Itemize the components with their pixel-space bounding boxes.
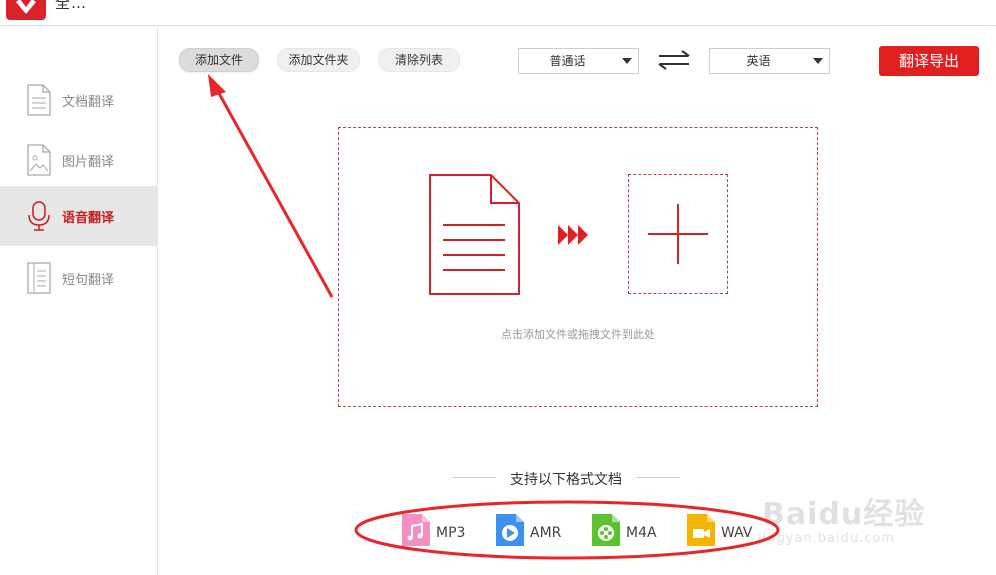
- document-icon: [429, 174, 520, 295]
- sidebar-item-label: 文档翻译: [62, 95, 115, 110]
- drop-hint-text: 点击添加文件或拖拽文件到此处: [501, 328, 655, 341]
- chevron-down-icon: [622, 58, 632, 64]
- source-language-value: 普通话: [549, 54, 586, 68]
- supported-formats-heading: 支持以下格式文档: [452, 469, 680, 488]
- target-language-select[interactable]: 英语: [709, 48, 830, 74]
- film-reel-file-icon: [592, 514, 620, 546]
- app-title: 全…: [55, 0, 88, 12]
- text-lines-icon: [26, 262, 52, 294]
- add-placeholder: [628, 174, 728, 294]
- swap-languages-icon[interactable]: [658, 50, 690, 70]
- watermark-url: jingyan.baidu.com: [758, 531, 895, 546]
- file-drop-zone[interactable]: 点击添加文件或拖拽文件到此处: [338, 127, 818, 407]
- target-language-value: 英语: [746, 54, 771, 68]
- translate-export-button[interactable]: 翻译导出: [879, 46, 979, 76]
- title-bar: 全…: [0, 0, 996, 26]
- chevron-down-icon: [813, 58, 823, 64]
- format-name: MP3: [436, 525, 466, 541]
- source-language-select[interactable]: 普通话: [518, 48, 639, 74]
- triple-arrow-icon: [558, 225, 588, 245]
- add-file-button[interactable]: 添加文件: [179, 48, 259, 72]
- baidu-watermark: Baidu经验 jingyan.baidu.com: [740, 487, 980, 557]
- app-logo: [6, 0, 46, 20]
- clear-list-button[interactable]: 清除列表: [378, 48, 460, 72]
- add-folder-button[interactable]: 添加文件夹: [277, 48, 360, 72]
- document-icon: [26, 84, 52, 116]
- annotation-arrow-head: [208, 74, 226, 97]
- play-file-icon: [496, 514, 524, 546]
- divider: [636, 477, 680, 478]
- microphone-icon: [26, 200, 52, 232]
- sidebar: 文档翻译 图片翻译 语音翻译 短句翻译: [0, 26, 158, 575]
- video-file-icon: [687, 514, 715, 546]
- image-icon: [26, 144, 52, 176]
- sidebar-item-label: 短句翻译: [62, 273, 115, 288]
- format-name: AMR: [530, 525, 562, 541]
- sidebar-item-sentence-translation[interactable]: 短句翻译: [0, 248, 157, 308]
- sidebar-item-label: 图片翻译: [62, 155, 115, 170]
- logo-mark-icon: [16, 0, 36, 14]
- sidebar-item-voice-translation[interactable]: 语音翻译: [0, 186, 157, 246]
- plus-icon: [648, 204, 708, 264]
- annotation-arrow-line: [214, 87, 334, 298]
- sidebar-item-image-translation[interactable]: 图片翻译: [0, 130, 157, 190]
- sidebar-item-label: 语音翻译: [62, 211, 115, 226]
- sidebar-item-document-translation[interactable]: 文档翻译: [0, 70, 157, 130]
- music-file-icon: [402, 514, 430, 546]
- watermark-brand: Baidu经验: [762, 497, 926, 532]
- divider: [452, 477, 496, 478]
- supported-formats-title: 支持以下格式文档: [510, 472, 622, 488]
- format-name: M4A: [626, 525, 657, 541]
